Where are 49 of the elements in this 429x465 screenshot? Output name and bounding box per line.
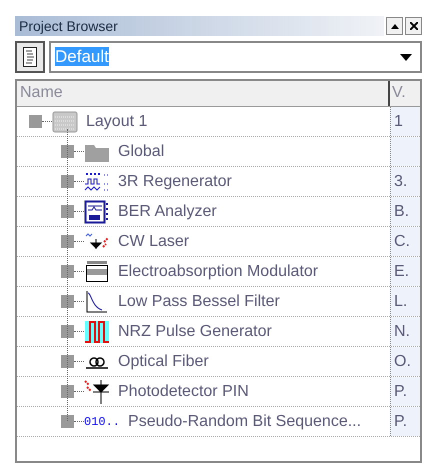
tree-node-marker[interactable] bbox=[61, 205, 74, 218]
pulse-icon bbox=[84, 320, 110, 344]
tree-node-marker[interactable] bbox=[61, 355, 74, 368]
modulator-icon bbox=[84, 260, 110, 284]
table-cell: P. bbox=[390, 407, 420, 436]
table-cell: E. bbox=[390, 257, 420, 286]
selected-view-text: Default bbox=[55, 46, 110, 68]
panel-title-bar: Project Browser bbox=[15, 16, 384, 36]
pin-button[interactable] bbox=[386, 17, 403, 35]
tree-item-label[interactable]: Low Pass Bessel Filter bbox=[118, 290, 280, 314]
up-triangle-icon bbox=[390, 24, 398, 28]
list-icon bbox=[23, 47, 37, 67]
tree-item-label[interactable]: Electroabsorption Modulator bbox=[118, 260, 318, 284]
tree-node-marker[interactable] bbox=[61, 415, 74, 428]
layout-grid-icon bbox=[52, 110, 78, 132]
table-cell: 3. bbox=[390, 167, 420, 196]
close-button[interactable] bbox=[405, 17, 422, 35]
tree-item-label[interactable]: Photodetector PIN bbox=[118, 380, 249, 404]
tree-node-marker[interactable] bbox=[61, 235, 74, 248]
table-cell: O. bbox=[390, 347, 420, 376]
view-toggle-button[interactable] bbox=[15, 41, 45, 73]
tree-node-marker[interactable] bbox=[61, 145, 74, 158]
table-cell: N. bbox=[390, 317, 420, 346]
dropdown-arrow-icon[interactable] bbox=[400, 54, 412, 60]
bit-pattern-label: 010.. bbox=[84, 414, 120, 430]
tree-node-marker[interactable] bbox=[29, 115, 42, 128]
filter-curve-icon bbox=[84, 290, 110, 314]
waveform-icon bbox=[84, 170, 110, 192]
tree-item-label[interactable]: Pseudo-Random Bit Sequence... bbox=[128, 410, 362, 434]
tree-item-label[interactable]: 3R Regenerator bbox=[118, 170, 232, 194]
photodiode-icon bbox=[84, 378, 110, 404]
tree-node-marker[interactable] bbox=[61, 385, 74, 398]
tree-item-label[interactable]: NRZ Pulse Generator bbox=[118, 320, 272, 344]
table-cell: L. bbox=[390, 287, 420, 316]
close-icon bbox=[410, 22, 418, 30]
tree-item-label[interactable]: CW Laser bbox=[118, 230, 190, 254]
tree-item-label[interactable]: Optical Fiber bbox=[118, 350, 209, 374]
tree-node-marker[interactable] bbox=[61, 265, 74, 278]
table-cell: 1 bbox=[390, 107, 420, 136]
tree-item-label[interactable]: Global bbox=[118, 140, 164, 164]
tree-item-label[interactable]: BER Analyzer bbox=[118, 200, 217, 224]
tree-node-marker[interactable] bbox=[61, 175, 74, 188]
analyzer-icon bbox=[84, 200, 110, 224]
table-cell: P. bbox=[390, 377, 420, 406]
table-cell: B. bbox=[390, 197, 420, 226]
tree-node-marker[interactable] bbox=[61, 295, 74, 308]
tree-item-label[interactable]: Layout 1 bbox=[86, 110, 148, 134]
table-cell: C. bbox=[390, 227, 420, 256]
tree-node-marker[interactable] bbox=[61, 325, 74, 338]
